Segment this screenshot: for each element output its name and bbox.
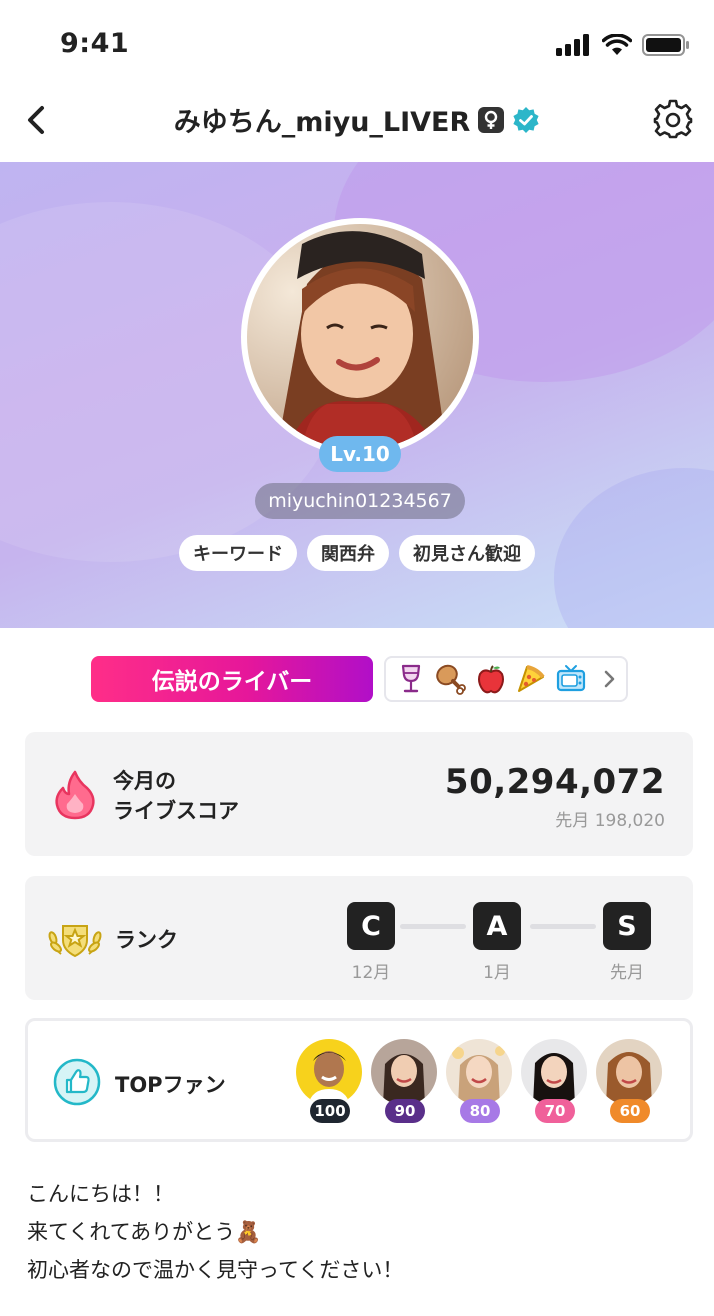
top-fans-label: TOPファン bbox=[115, 1073, 226, 1097]
rank-step: S 先月 bbox=[603, 902, 651, 983]
user-id: miyuchin01234567 bbox=[255, 483, 465, 519]
rank-connector bbox=[400, 924, 466, 929]
rank-month: 1月 bbox=[483, 963, 511, 983]
fan-score-badge: 90 bbox=[385, 1099, 425, 1123]
avatar[interactable] bbox=[241, 218, 479, 456]
pizza-icon bbox=[514, 662, 548, 696]
fan-photo bbox=[296, 1039, 362, 1105]
bio-line: 来てくれてありがとう🧸 bbox=[27, 1220, 262, 1244]
rank-month: 先月 bbox=[610, 963, 644, 983]
laurel-star-icon bbox=[48, 925, 102, 958]
profile-hero: Lv.10 miyuchin01234567 キーワード 関西弁 初見さん歓迎 bbox=[0, 162, 714, 628]
top-fans-card[interactable]: TOPファン 100 90 80 70 60 bbox=[25, 1018, 693, 1142]
fan-avatar[interactable]: 80 bbox=[446, 1039, 512, 1123]
status-time: 9:41 bbox=[60, 28, 130, 59]
apple-icon bbox=[474, 662, 508, 696]
fan-score-badge: 70 bbox=[535, 1099, 575, 1123]
rank-label: ランク bbox=[115, 928, 178, 952]
tag-chip[interactable]: 関西弁 bbox=[307, 535, 389, 571]
status-icons bbox=[556, 34, 690, 56]
title-group: みゆちん_miyu_LIVER bbox=[0, 100, 714, 139]
live-score-card[interactable]: 今月の ライブスコア 50,294,072 先月 198,020 bbox=[25, 732, 693, 856]
signal-icon bbox=[556, 34, 589, 56]
fan-score-badge: 100 bbox=[310, 1099, 350, 1123]
gear-icon[interactable] bbox=[652, 98, 694, 140]
battery-icon bbox=[642, 34, 689, 56]
fan-photo bbox=[446, 1039, 512, 1105]
wine-glass-icon bbox=[394, 662, 428, 696]
fan-avatar[interactable]: 100 bbox=[296, 1039, 362, 1123]
profile-header: みゆちん_miyu_LIVER bbox=[0, 88, 714, 162]
score-label-line: 今月の bbox=[113, 769, 176, 793]
fan-score-badge: 80 bbox=[460, 1099, 500, 1123]
flame-icon bbox=[55, 770, 95, 820]
level-badge: Lv.10 bbox=[319, 436, 401, 472]
verified-icon bbox=[513, 106, 539, 133]
fan-avatar[interactable]: 60 bbox=[596, 1039, 662, 1123]
rank-grade: C bbox=[347, 902, 395, 950]
fan-photo bbox=[521, 1039, 587, 1105]
score-label: 今月の ライブスコア bbox=[113, 766, 239, 826]
bio-line: 初心者なので温かく見守ってください！ bbox=[27, 1258, 404, 1282]
tag-list: キーワード 関西弁 初見さん歓迎 bbox=[0, 535, 714, 571]
tag-chip[interactable]: キーワード bbox=[179, 535, 297, 571]
fan-score-badge: 60 bbox=[610, 1099, 650, 1123]
fan-avatar[interactable]: 90 bbox=[371, 1039, 437, 1123]
wifi-icon bbox=[602, 34, 632, 55]
title-badge[interactable]: 伝説のライバー bbox=[91, 656, 373, 702]
status-bar: 9:41 bbox=[0, 0, 714, 88]
gift-badges[interactable] bbox=[384, 656, 628, 702]
rank-step: C 12月 bbox=[347, 902, 395, 983]
rank-card[interactable]: ランク C 12月 A 1月 S 先月 bbox=[25, 876, 693, 1000]
female-icon bbox=[478, 106, 505, 133]
bio-line: こんにちは！！ bbox=[27, 1182, 174, 1206]
fan-photo bbox=[371, 1039, 437, 1105]
previous-score: 先月 198,020 bbox=[555, 811, 665, 831]
fan-photo bbox=[596, 1039, 662, 1105]
rank-grade: A bbox=[473, 902, 521, 950]
rank-connector bbox=[530, 924, 596, 929]
rank-step: A 1月 bbox=[473, 902, 521, 983]
thumbs-up-icon bbox=[53, 1058, 101, 1106]
score-value: 50,294,072 bbox=[444, 762, 665, 802]
tag-chip[interactable]: 初見さん歓迎 bbox=[399, 535, 535, 571]
rank-grade: S bbox=[603, 902, 651, 950]
page-title: みゆちん_miyu_LIVER bbox=[173, 107, 471, 138]
bio-text: こんにちは！！ 来てくれてありがとう🧸 初心者なので温かく見守ってください！ bbox=[27, 1175, 403, 1289]
rank-month: 12月 bbox=[351, 963, 391, 983]
fan-avatar[interactable]: 70 bbox=[521, 1039, 587, 1123]
avatar-photo bbox=[247, 224, 473, 450]
chevron-right-icon bbox=[604, 670, 615, 688]
score-label-line: ライブスコア bbox=[113, 799, 239, 823]
chicken-leg-icon bbox=[434, 662, 468, 696]
tv-icon bbox=[554, 662, 588, 696]
